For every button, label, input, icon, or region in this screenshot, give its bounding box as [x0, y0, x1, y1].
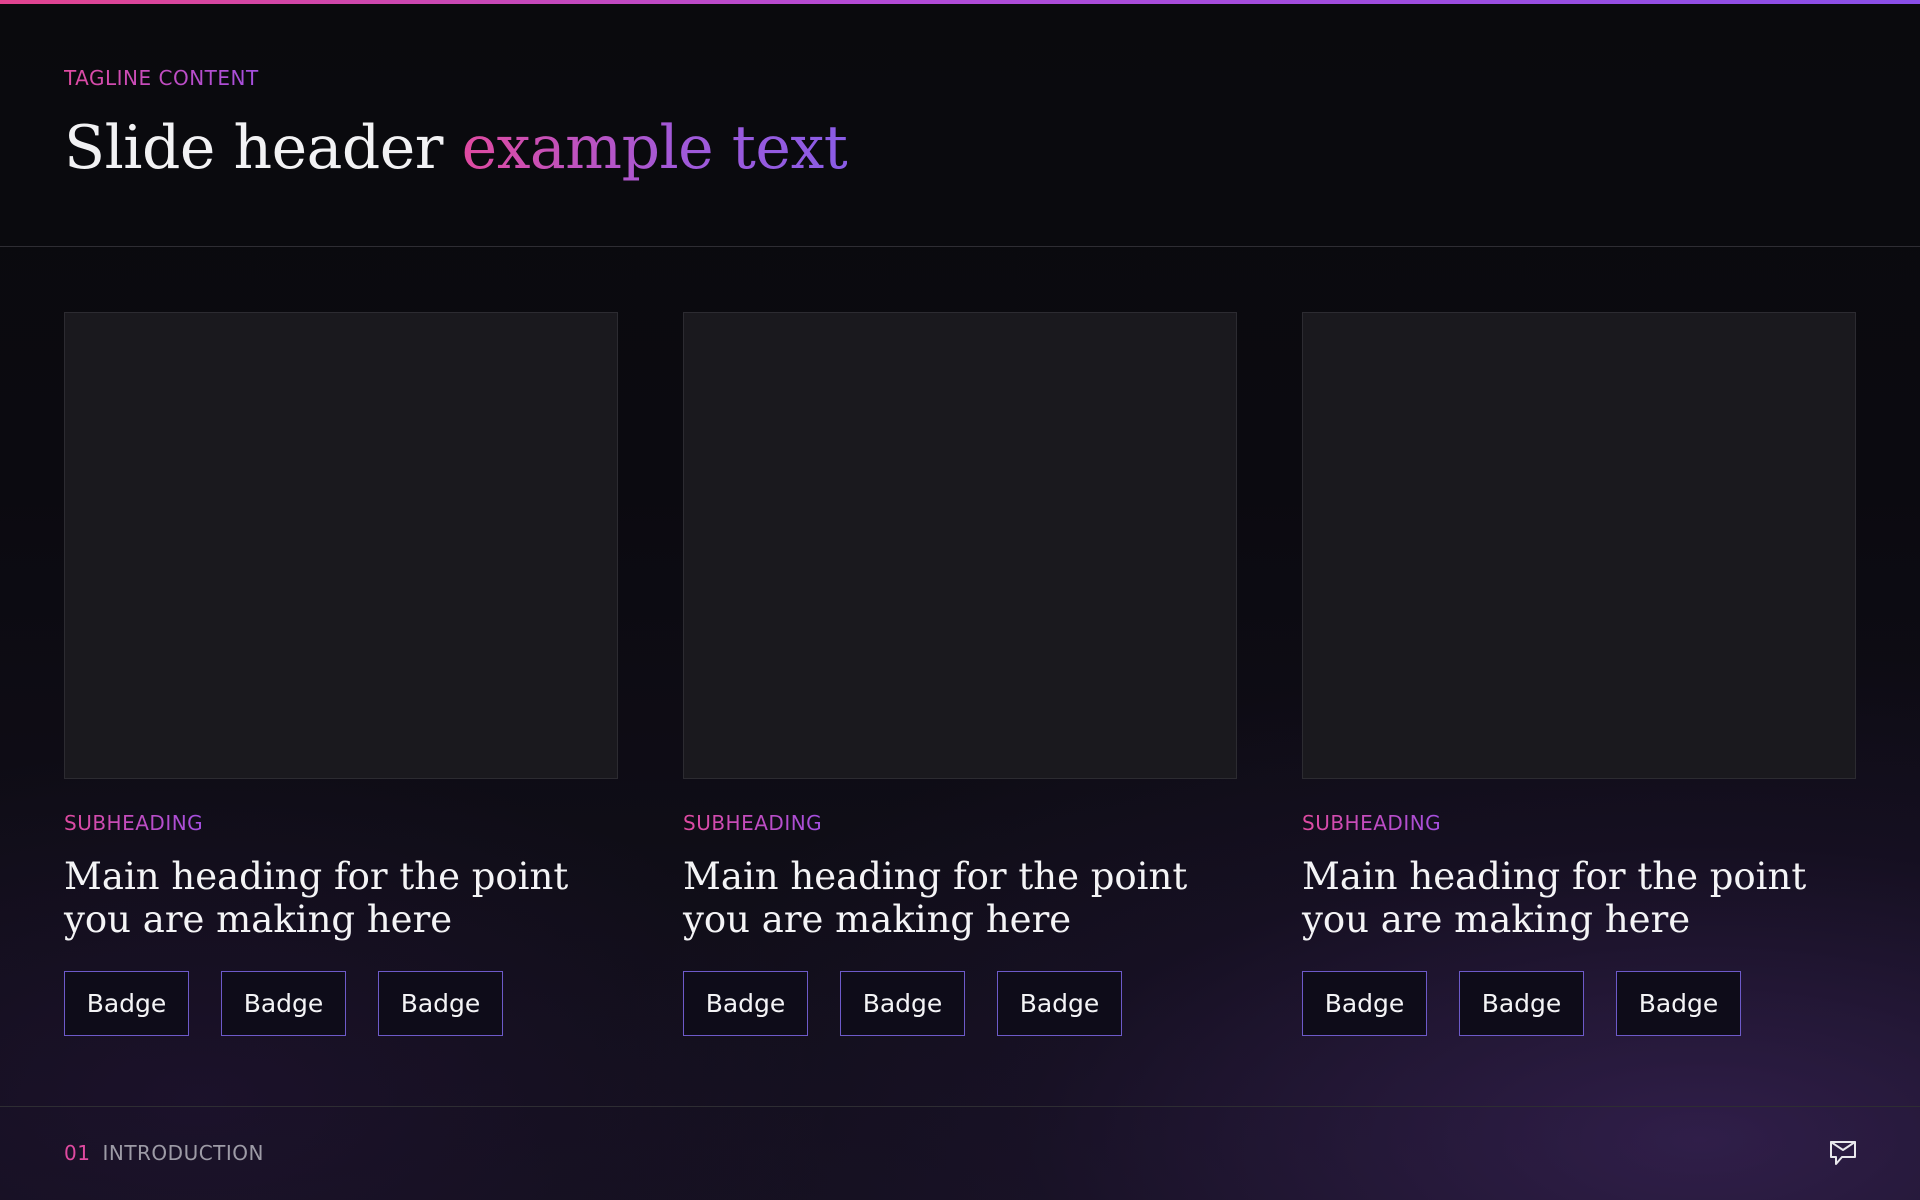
- slide-title-accent: example text: [461, 113, 848, 183]
- badge-row: Badge Badge Badge: [683, 971, 1237, 1036]
- tagline: TAGLINE CONTENT: [64, 66, 259, 90]
- card-subheading: SUBHEADING: [1302, 811, 1442, 835]
- footer-divider: [0, 1106, 1920, 1107]
- slide-title-main: Slide header: [64, 113, 462, 183]
- badge: Badge: [683, 971, 808, 1036]
- card-subheading: SUBHEADING: [683, 811, 823, 835]
- card-image-placeholder: [1302, 312, 1856, 779]
- card-heading: Main heading for the point you are makin…: [683, 855, 1188, 941]
- slide: TAGLINE CONTENT Slide header example tex…: [0, 0, 1920, 1200]
- badge: Badge: [840, 971, 965, 1036]
- card-3: SUBHEADING Main heading for the point yo…: [1302, 312, 1856, 1036]
- badge: Badge: [1616, 971, 1741, 1036]
- badge: Badge: [221, 971, 346, 1036]
- section-label: INTRODUCTION: [102, 1141, 264, 1165]
- badge-row: Badge Badge Badge: [1302, 971, 1856, 1036]
- section-number: 01: [64, 1141, 91, 1165]
- badge: Badge: [1302, 971, 1427, 1036]
- card-subheading: SUBHEADING: [64, 811, 204, 835]
- badge-row: Badge Badge Badge: [64, 971, 618, 1036]
- badge: Badge: [1459, 971, 1584, 1036]
- badge: Badge: [378, 971, 503, 1036]
- card-image-placeholder: [683, 312, 1237, 779]
- card-heading: Main heading for the point you are makin…: [1302, 855, 1807, 941]
- footer-section-label: 01 INTRODUCTION: [64, 1141, 264, 1165]
- card-image-placeholder: [64, 312, 618, 779]
- chat-bubble-logo-icon: [1828, 1138, 1858, 1168]
- card-1: SUBHEADING Main heading for the point yo…: [64, 312, 618, 1036]
- badge: Badge: [64, 971, 189, 1036]
- card-heading: Main heading for the point you are makin…: [64, 855, 569, 941]
- header-divider: [0, 246, 1920, 247]
- slide-title: Slide header example text: [64, 108, 848, 188]
- badge: Badge: [997, 971, 1122, 1036]
- card-2: SUBHEADING Main heading for the point yo…: [683, 312, 1237, 1036]
- top-accent-bar: [0, 0, 1920, 4]
